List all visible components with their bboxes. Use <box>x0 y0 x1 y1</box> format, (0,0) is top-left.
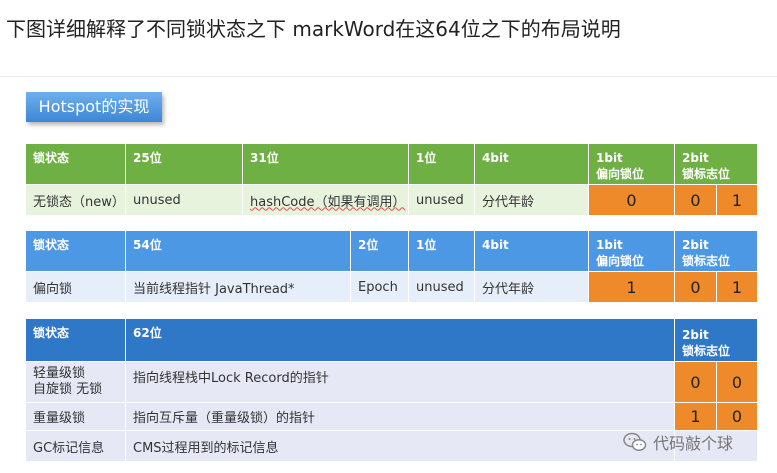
t3-lightweight-bit-2: 0 <box>717 362 757 402</box>
t3-heavyweight-desc: 指向互斥量（重量级锁）的指针 <box>126 403 674 430</box>
t3-gc-desc: CMS过程用到的标记信息 <box>126 431 674 461</box>
t1-state-cell: 无锁态（new） <box>26 185 125 215</box>
t3-lightweight-state: 轻量级锁 自旋锁 无锁 <box>26 362 125 402</box>
t1-hashcode-text: hashCode（如果有调用） <box>250 194 406 210</box>
t2-state-cell: 偏向锁 <box>26 272 125 302</box>
t3-header-flag-bits: 2bit 锁标志位 <box>675 319 757 361</box>
slide-title-badge: Hotspot的实现 <box>26 92 162 122</box>
t2-header-state: 锁状态 <box>26 231 125 271</box>
t2-unused-cell: unused <box>409 272 474 302</box>
t1-header-4bit: 4bit <box>475 144 588 184</box>
t2-epoch-cell: Epoch <box>351 272 408 302</box>
t1-header-state: 锁状态 <box>26 144 125 184</box>
t2-biased-bit-value: 1 <box>589 272 674 302</box>
t1-age-cell: 分代年龄 <box>475 185 588 215</box>
t2-header-4bit: 4bit <box>475 231 588 271</box>
t3-gc-state: GC标记信息 <box>26 431 125 461</box>
t2-header-flag-bits: 2bit 锁标志位 <box>675 231 757 271</box>
t1-header-biased-bit: 1bit 偏向锁位 <box>589 144 674 184</box>
t2-header-2bit: 2位 <box>351 231 408 271</box>
t1-hashcode-cell: hashCode（如果有调用） <box>243 185 408 215</box>
t2-thread-pointer-cell: 当前线程指针 JavaThread* <box>126 272 350 302</box>
watermark-text: 代码敲个球 <box>653 434 734 453</box>
t3-header-state: 锁状态 <box>26 319 125 361</box>
t3-header-62bit: 62位 <box>126 319 674 361</box>
t2-flag-bit-1: 0 <box>675 272 716 302</box>
t2-header-1bit: 1位 <box>409 231 474 271</box>
t1-unused2-cell: unused <box>409 185 474 215</box>
t1-biased-bit-value: 0 <box>589 185 674 215</box>
t3-lightweight-bit-1: 0 <box>675 362 716 402</box>
t3-heavyweight-state: 重量级锁 <box>26 403 125 430</box>
t1-header-1bit: 1位 <box>409 144 474 184</box>
t2-age-cell: 分代年龄 <box>475 272 588 302</box>
wechat-icon <box>623 432 647 451</box>
watermark: 代码敲个球 <box>623 430 733 454</box>
t2-header-biased-bit: 1bit 偏向锁位 <box>589 231 674 271</box>
t1-unused-cell: unused <box>126 185 242 215</box>
article-heading: 下图详细解释了不同锁状态之下 markWord在这64位之下的布局说明 <box>6 17 621 41</box>
t1-flag-bit-1: 0 <box>675 185 716 215</box>
t1-header-flag-bits: 2bit 锁标志位 <box>675 144 757 184</box>
t3-heavyweight-bit-1: 1 <box>675 403 716 430</box>
t1-header-25bit: 25位 <box>126 144 242 184</box>
t3-heavyweight-bit-2: 0 <box>717 403 757 430</box>
t1-header-31bit: 31位 <box>243 144 408 184</box>
t1-flag-bit-2: 1 <box>717 185 757 215</box>
t3-lightweight-desc: 指向线程栈中Lock Record的指针 <box>126 362 674 402</box>
t2-flag-bit-2: 1 <box>717 272 757 302</box>
t2-header-54bit: 54位 <box>126 231 350 271</box>
